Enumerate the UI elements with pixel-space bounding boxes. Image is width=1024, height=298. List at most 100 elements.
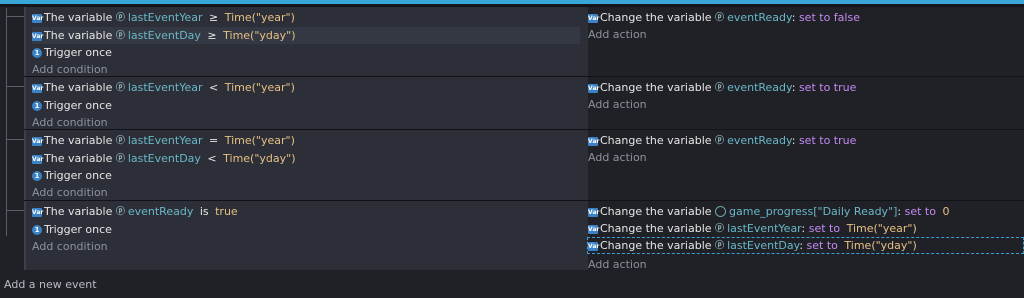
action-variable: eventReady: [727, 81, 792, 94]
condition-row[interactable]: VarThe variable ⓟ eventReady is true: [32, 203, 238, 220]
condition-value: true: [215, 205, 238, 218]
action-separator: :: [799, 239, 807, 252]
event-block[interactable]: VarThe variable ⓟ lastEventYear ≥ Time("y…: [24, 6, 1024, 77]
event-block[interactable]: VarThe variable ⓟ lastEventYear = Time("y…: [24, 129, 1024, 201]
action-row[interactable]: VarChange the variable ⓟ eventReady: set …: [588, 9, 860, 26]
action-variable: lastEventYear: [727, 222, 802, 235]
event-block[interactable]: VarThe variable ⓟ lastEventYear < Time("y…: [24, 76, 1024, 130]
variable-icon: Var: [32, 136, 44, 146]
condition-label: The variable: [44, 81, 116, 94]
scene-variable-icon: ⓟ: [115, 30, 125, 41]
add-action-button[interactable]: Add action: [588, 149, 647, 166]
condition-row[interactable]: 1 Trigger once: [32, 97, 112, 114]
add-new-event-button[interactable]: Add a new event: [4, 278, 97, 291]
condition-label: Trigger once: [44, 223, 112, 236]
trigger-once-icon: 1: [32, 48, 42, 58]
condition-label: Trigger once: [44, 46, 112, 59]
variable-icon: Var: [588, 136, 600, 146]
condition-row[interactable]: VarThe variable ⓟ lastEventYear ≥ Time("y…: [32, 9, 295, 26]
condition-row[interactable]: VarThe variable ⓟ lastEventYear = Time("y…: [32, 132, 295, 149]
scene-variable-icon: ⓟ: [715, 135, 725, 146]
condition-row[interactable]: 1 Trigger once: [32, 44, 112, 61]
conditions-panel: VarThe variable ⓟ lastEventYear < Time("y…: [24, 77, 589, 130]
condition-operator: =: [205, 134, 222, 147]
condition-value: Time("yday"): [223, 152, 296, 165]
condition-row[interactable]: VarThe variable ⓟ lastEventYear < Time("y…: [32, 79, 295, 96]
variable-icon: Var: [32, 83, 44, 93]
scene-variable-icon: ⓟ: [115, 206, 125, 217]
scene-variable-icon: ⓟ: [715, 82, 725, 93]
global-variable-icon: [715, 205, 727, 217]
action-row[interactable]: VarChange the variable ⓟ lastEventYear: s…: [588, 220, 917, 237]
condition-row[interactable]: VarThe variable ⓟ lastEventDay < Time("yd…: [32, 150, 296, 167]
condition-operator: is: [196, 205, 213, 218]
add-action-button[interactable]: Add action: [588, 96, 647, 113]
action-row[interactable]: VarChange the variable ⓟ lastEventDay: se…: [587, 237, 1024, 254]
action-label: Change the variable: [600, 134, 716, 147]
action-verb: set to: [808, 222, 841, 235]
scene-variable-icon: ⓟ: [115, 12, 125, 23]
action-verb: set to: [904, 205, 936, 218]
condition-row[interactable]: VarThe variable ⓟ lastEventDay ≥ Time("yd…: [32, 27, 580, 44]
scene-variable-icon: ⓟ: [115, 135, 125, 146]
condition-row[interactable]: 1 Trigger once: [32, 167, 112, 184]
condition-operator: ≥: [205, 11, 222, 24]
action-variable: game_progress["Daily Ready"]: [729, 205, 898, 218]
condition-operator: ≥: [203, 29, 221, 42]
variable-icon: Var: [588, 224, 600, 234]
action-value: Time("year"): [843, 222, 917, 235]
action-separator: :: [897, 205, 905, 218]
add-action-button[interactable]: Add action: [588, 26, 647, 43]
scene-variable-icon: ⓟ: [715, 240, 725, 251]
variable-icon: Var: [588, 207, 600, 217]
condition-value: Time("year"): [224, 134, 295, 147]
action-variable: lastEventDay: [727, 239, 800, 252]
condition-variable: lastEventYear: [127, 11, 203, 24]
trigger-once-icon: 1: [32, 101, 42, 111]
scene-variable-icon: ⓟ: [115, 153, 125, 164]
condition-row[interactable]: 1 Trigger once: [32, 221, 112, 238]
actions-panel: VarChange the variable ⓟ eventReady: set …: [588, 130, 1024, 201]
add-action-button[interactable]: Add action: [588, 256, 647, 273]
condition-label: The variable: [44, 134, 116, 147]
action-value: Time("yday"): [840, 239, 917, 252]
action-variable: eventReady: [727, 11, 792, 24]
event-tree-branch: [6, 139, 26, 140]
action-variable: eventReady: [727, 134, 792, 147]
condition-variable: lastEventYear: [127, 134, 203, 147]
condition-label: The variable: [44, 11, 116, 24]
action-separator: :: [801, 222, 809, 235]
condition-label: The variable: [44, 152, 116, 165]
action-label: Change the variable: [600, 239, 716, 252]
actions-panel: VarChange the variable ⓟ eventReady: set …: [588, 7, 1024, 77]
variable-icon: Var: [32, 207, 44, 217]
condition-variable: eventReady: [127, 205, 194, 218]
condition-operator: <: [205, 81, 222, 94]
condition-value: Time("year"): [224, 81, 295, 94]
conditions-panel: VarThe variable ⓟ lastEventYear = Time("y…: [24, 130, 589, 201]
action-label: Change the variable: [600, 81, 716, 94]
action-separator: :: [791, 11, 799, 24]
condition-variable: lastEventYear: [127, 81, 203, 94]
action-value: 0: [938, 205, 950, 218]
action-label: Change the variable: [600, 11, 716, 24]
event-tree-branch: [6, 86, 26, 87]
action-separator: :: [791, 134, 799, 147]
event-tree-branch: [6, 16, 26, 17]
variable-icon: Var: [32, 31, 44, 41]
variable-icon: Var: [588, 13, 600, 23]
add-condition-button[interactable]: Add condition: [32, 184, 108, 201]
condition-operator: <: [203, 152, 221, 165]
action-verb: set to true: [798, 81, 857, 94]
conditions-panel: VarThe variable ⓟ lastEventYear ≥ Time("y…: [24, 7, 589, 77]
action-row[interactable]: VarChange the variable ⓟ eventReady: set …: [588, 79, 856, 96]
condition-variable: lastEventDay: [127, 29, 201, 42]
condition-label: Trigger once: [44, 169, 112, 182]
action-label: Change the variable: [600, 222, 716, 235]
event-block[interactable]: VarThe variable ⓟ eventReady is true 1 Trig…: [24, 200, 1024, 273]
action-verb: set to false: [798, 11, 860, 24]
action-row[interactable]: VarChange the variable game_progress["Da…: [588, 203, 949, 220]
add-condition-button[interactable]: Add condition: [32, 238, 108, 255]
action-row[interactable]: VarChange the variable ⓟ eventReady: set …: [588, 132, 856, 149]
action-verb: set to true: [798, 134, 857, 147]
